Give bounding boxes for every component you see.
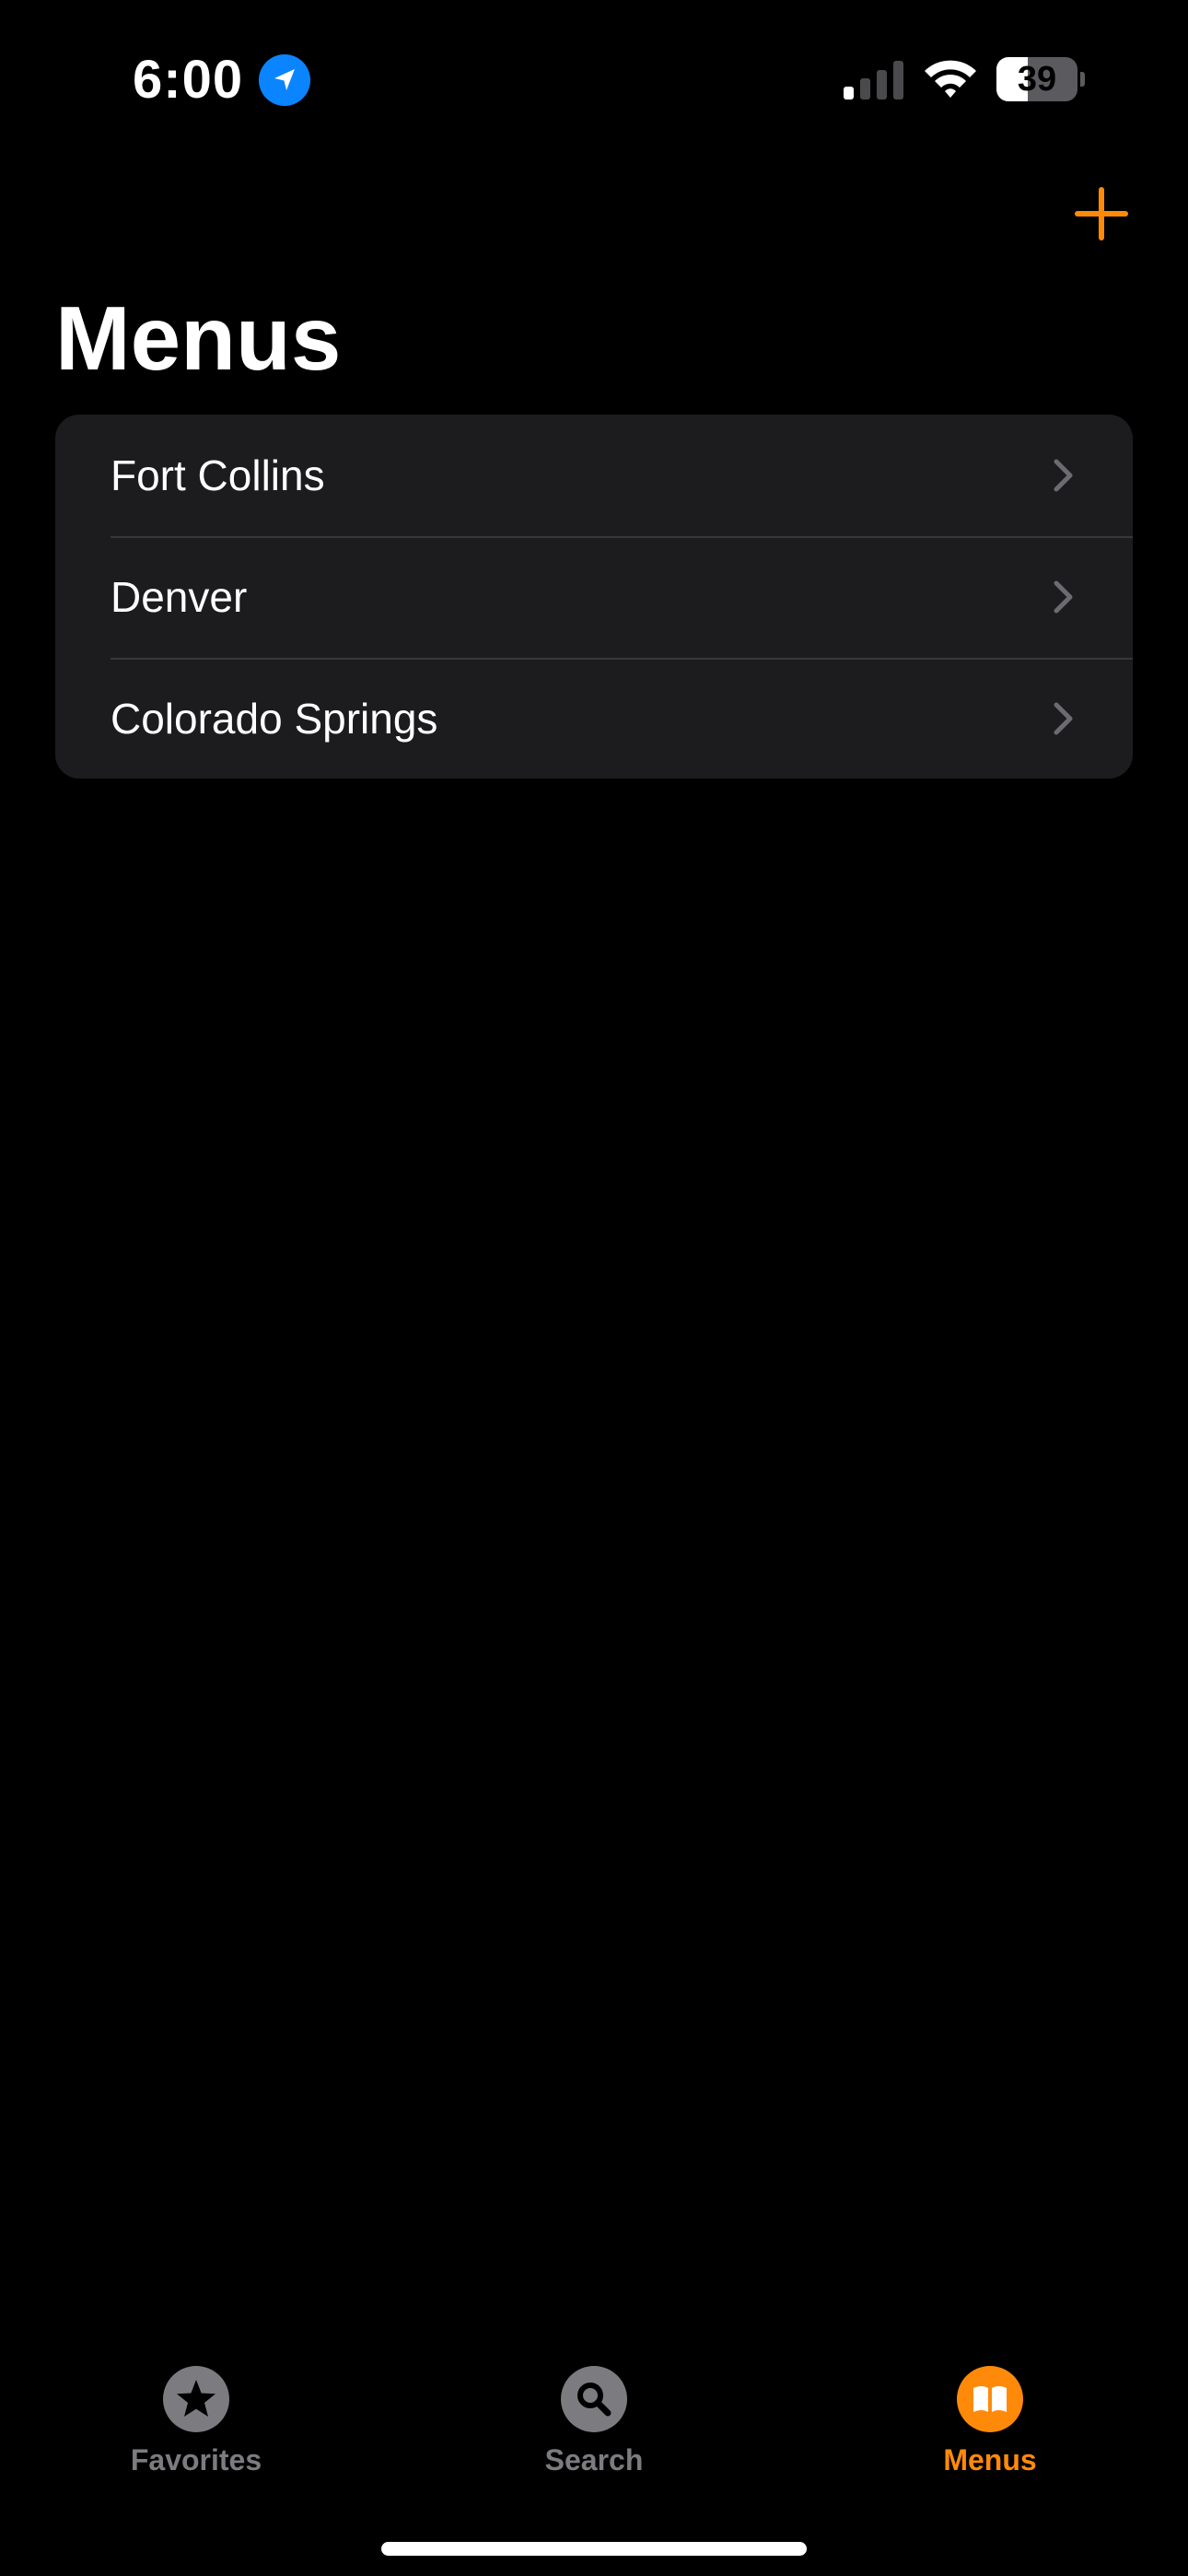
menu-list: Fort Collins Denver Colorado Springs [55, 415, 1133, 779]
tab-label: Favorites [130, 2443, 262, 2476]
list-item-fort-collins[interactable]: Fort Collins [55, 415, 1133, 536]
home-indicator[interactable] [381, 2542, 807, 2556]
magnifying-glass-icon [561, 2366, 627, 2432]
list-item-label: Denver [111, 573, 248, 621]
tab-menus[interactable]: Menus [852, 2340, 1128, 2488]
cellular-signal-icon [842, 59, 908, 100]
status-bar: 6:00 39 [0, 0, 1188, 157]
location-arrow-icon [259, 54, 310, 106]
tab-label: Menus [943, 2443, 1037, 2476]
add-menu-button[interactable] [1068, 181, 1135, 247]
tab-label: Search [544, 2443, 644, 2476]
tab-favorites[interactable]: Favorites [58, 2340, 334, 2488]
plus-icon [1075, 187, 1128, 240]
list-item-denver[interactable]: Denver [55, 536, 1133, 658]
battery-icon: 39 [996, 57, 1085, 101]
battery-level: 39 [1017, 60, 1057, 99]
book-icon [957, 2366, 1023, 2432]
list-item-label: Colorado Springs [111, 695, 438, 743]
chevron-right-icon [1054, 580, 1073, 614]
wifi-icon [921, 55, 980, 100]
status-time: 6:00 [133, 50, 244, 110]
chevron-right-icon [1054, 459, 1073, 492]
tab-bar: Favorites Search Menus [0, 2340, 1188, 2576]
star-icon [163, 2366, 229, 2432]
list-item-colorado-springs[interactable]: Colorado Springs [55, 658, 1133, 779]
tab-search[interactable]: Search [456, 2340, 732, 2488]
list-item-label: Fort Collins [111, 451, 325, 499]
chevron-right-icon [1054, 702, 1073, 735]
page-title: Menus [55, 287, 342, 389]
